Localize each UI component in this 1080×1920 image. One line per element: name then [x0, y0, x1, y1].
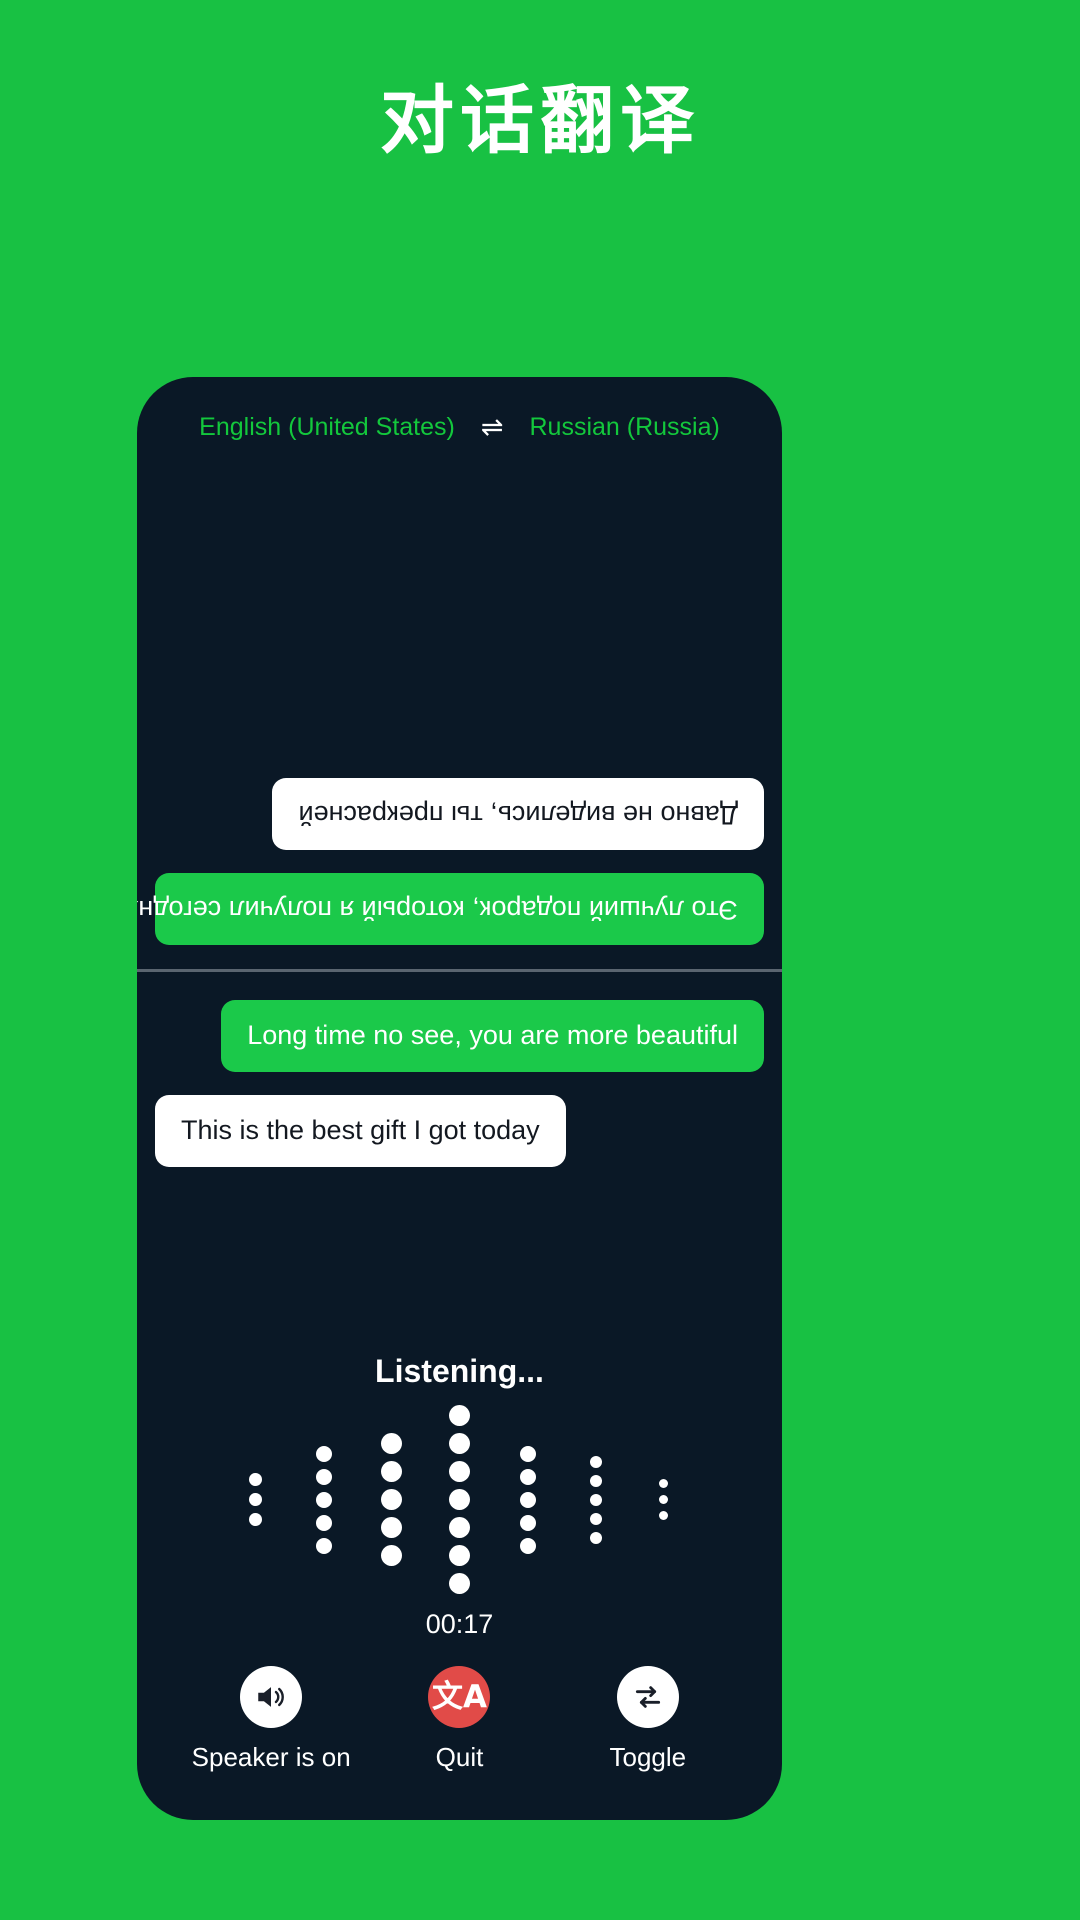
waveform-column: [358, 1433, 426, 1566]
waveform-column: [222, 1473, 290, 1526]
speaker-on-icon[interactable]: [240, 1666, 303, 1728]
control-label: Speaker is on: [191, 1742, 351, 1772]
message-bubble[interactable]: Это лучший подарок, который я получил се…: [137, 873, 764, 945]
translate-button[interactable]: 文A Quit: [365, 1666, 553, 1773]
waveform-dot: [589, 1493, 602, 1506]
waveform-dot: [589, 1531, 602, 1544]
translate-icon[interactable]: 文A: [428, 1666, 491, 1728]
recording-timer: 00:17: [425, 1609, 494, 1639]
control-bar: Speaker is on 文A Quit Toggle: [137, 1660, 782, 1820]
waveform-dot: [449, 1433, 470, 1454]
waveform-dot: [659, 1511, 668, 1520]
waveform-dot: [315, 1537, 332, 1554]
message-bubble[interactable]: This is the best gift I got today: [155, 1094, 566, 1167]
waveform-dot: [659, 1495, 668, 1504]
control-label: Quit: [435, 1742, 484, 1772]
waveform-dot: [315, 1491, 332, 1508]
translate-glyph: 文A: [431, 1678, 487, 1715]
waveform-dot: [589, 1512, 602, 1525]
waveform-dot: [381, 1489, 402, 1510]
message-bubble[interactable]: Давно не виделись, ты прекрасней: [272, 778, 764, 851]
speaker-on-button[interactable]: Speaker is on: [177, 1666, 365, 1773]
waveform-dot: [449, 1573, 470, 1594]
source-language-selector[interactable]: English (United States): [199, 413, 455, 442]
waveform-dot: [315, 1514, 332, 1531]
waveform-dot: [519, 1445, 536, 1462]
target-language-selector[interactable]: Russian (Russia): [529, 413, 719, 442]
message-bubble[interactable]: Long time no see, you are more beautiful: [221, 1000, 764, 1072]
waveform-dot: [659, 1479, 668, 1488]
waveform-dot: [381, 1433, 402, 1454]
waveform-dot: [381, 1517, 402, 1538]
waveform-column: [630, 1479, 698, 1520]
conversation-pane-bottom: Long time no see, you are more beautiful…: [137, 972, 782, 1190]
waveform-dot: [249, 1493, 262, 1506]
swap-horizontal-icon[interactable]: ⇌: [475, 413, 510, 441]
conversation-pane-top: Это лучший подарок, который я получил се…: [137, 477, 782, 969]
swap-arrows-button[interactable]: Toggle: [554, 1666, 742, 1773]
waveform-dot: [249, 1513, 262, 1526]
waveform-dot: [381, 1461, 402, 1482]
waveform-dot: [381, 1545, 402, 1566]
waveform-dot: [315, 1445, 332, 1462]
waveform-dot: [315, 1468, 332, 1485]
phone-mockup: English (United States) ⇌ Russian (Russi…: [137, 377, 782, 1820]
waveform-dot: [589, 1474, 602, 1487]
waveform-dot: [519, 1537, 536, 1554]
microphone-area: Listening... 00:17: [137, 1190, 782, 1661]
swap-arrows-icon[interactable]: [616, 1666, 679, 1728]
waveform-column: [494, 1445, 562, 1554]
waveform-dot: [449, 1517, 470, 1538]
waveform-dot: [249, 1473, 262, 1486]
waveform-column: [426, 1405, 494, 1594]
waveform-dot: [449, 1405, 470, 1426]
waveform-dot: [519, 1514, 536, 1531]
voice-waveform-icon: [137, 1405, 782, 1594]
waveform-column: [290, 1445, 358, 1554]
waveform-dot: [519, 1468, 536, 1485]
waveform-column: [562, 1455, 630, 1544]
waveform-dot: [449, 1489, 470, 1510]
waveform-dot: [519, 1491, 536, 1508]
language-bar: English (United States) ⇌ Russian (Russi…: [137, 377, 782, 477]
page-title: 对话翻译: [380, 78, 700, 164]
listening-status-label: Listening...: [375, 1353, 544, 1389]
waveform-dot: [449, 1461, 470, 1482]
control-label: Toggle: [609, 1742, 687, 1772]
waveform-dot: [589, 1455, 602, 1468]
waveform-dot: [449, 1545, 470, 1566]
